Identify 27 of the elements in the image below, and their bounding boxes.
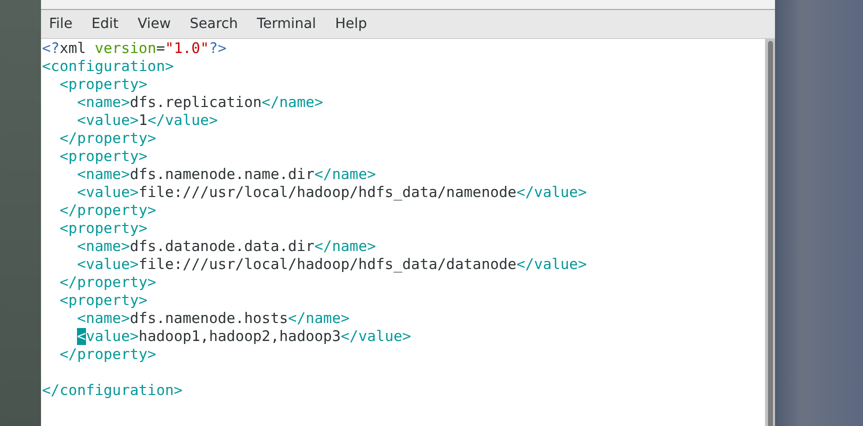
code-line: </property> [58,130,158,148]
code-line: <property> [58,76,148,94]
code-line: </configuration> [42,382,184,400]
scrollbar[interactable] [765,39,775,426]
scrollbar-thumb[interactable] [768,41,772,426]
code-line: <value>file:///usr/local/hadoop/hdfs_data/datanode</value> [76,256,588,274]
code-line: <value>file:///usr/local/hadoop/hdfs_data/namenode</value> [76,184,588,202]
code-line: </property> [58,202,158,220]
code-line: <property> [58,292,148,310]
menu-item[interactable]: View [130,16,178,32]
menu-item[interactable]: Help [328,16,374,32]
menu-item[interactable]: Terminal [250,16,324,32]
menu-item[interactable]: File [42,16,80,32]
code-line: </property> [58,346,158,364]
code-line: <?xml version="1.0"?> [42,40,228,58]
code-line: <name>dfs.namenode.hosts</name> [76,310,351,328]
code-line: </property> [58,274,158,292]
code-line: <property> [58,148,148,166]
code-line: <property> [58,220,148,238]
menu-item[interactable]: Search [182,16,245,32]
code-line: <name>dfs.replication</name> [76,94,324,112]
code-line: <value>1</value> [76,112,219,130]
menu-item[interactable]: Edit [84,16,126,32]
code-line: <value>hadoop1,hadoop2,hadoop3</value> [76,328,412,346]
code-line: <name>dfs.namenode.name.dir</name> [76,166,377,184]
code-line: <name>dfs.datanode.data.dir</name> [76,238,377,256]
code-line: <configuration> [42,58,175,76]
